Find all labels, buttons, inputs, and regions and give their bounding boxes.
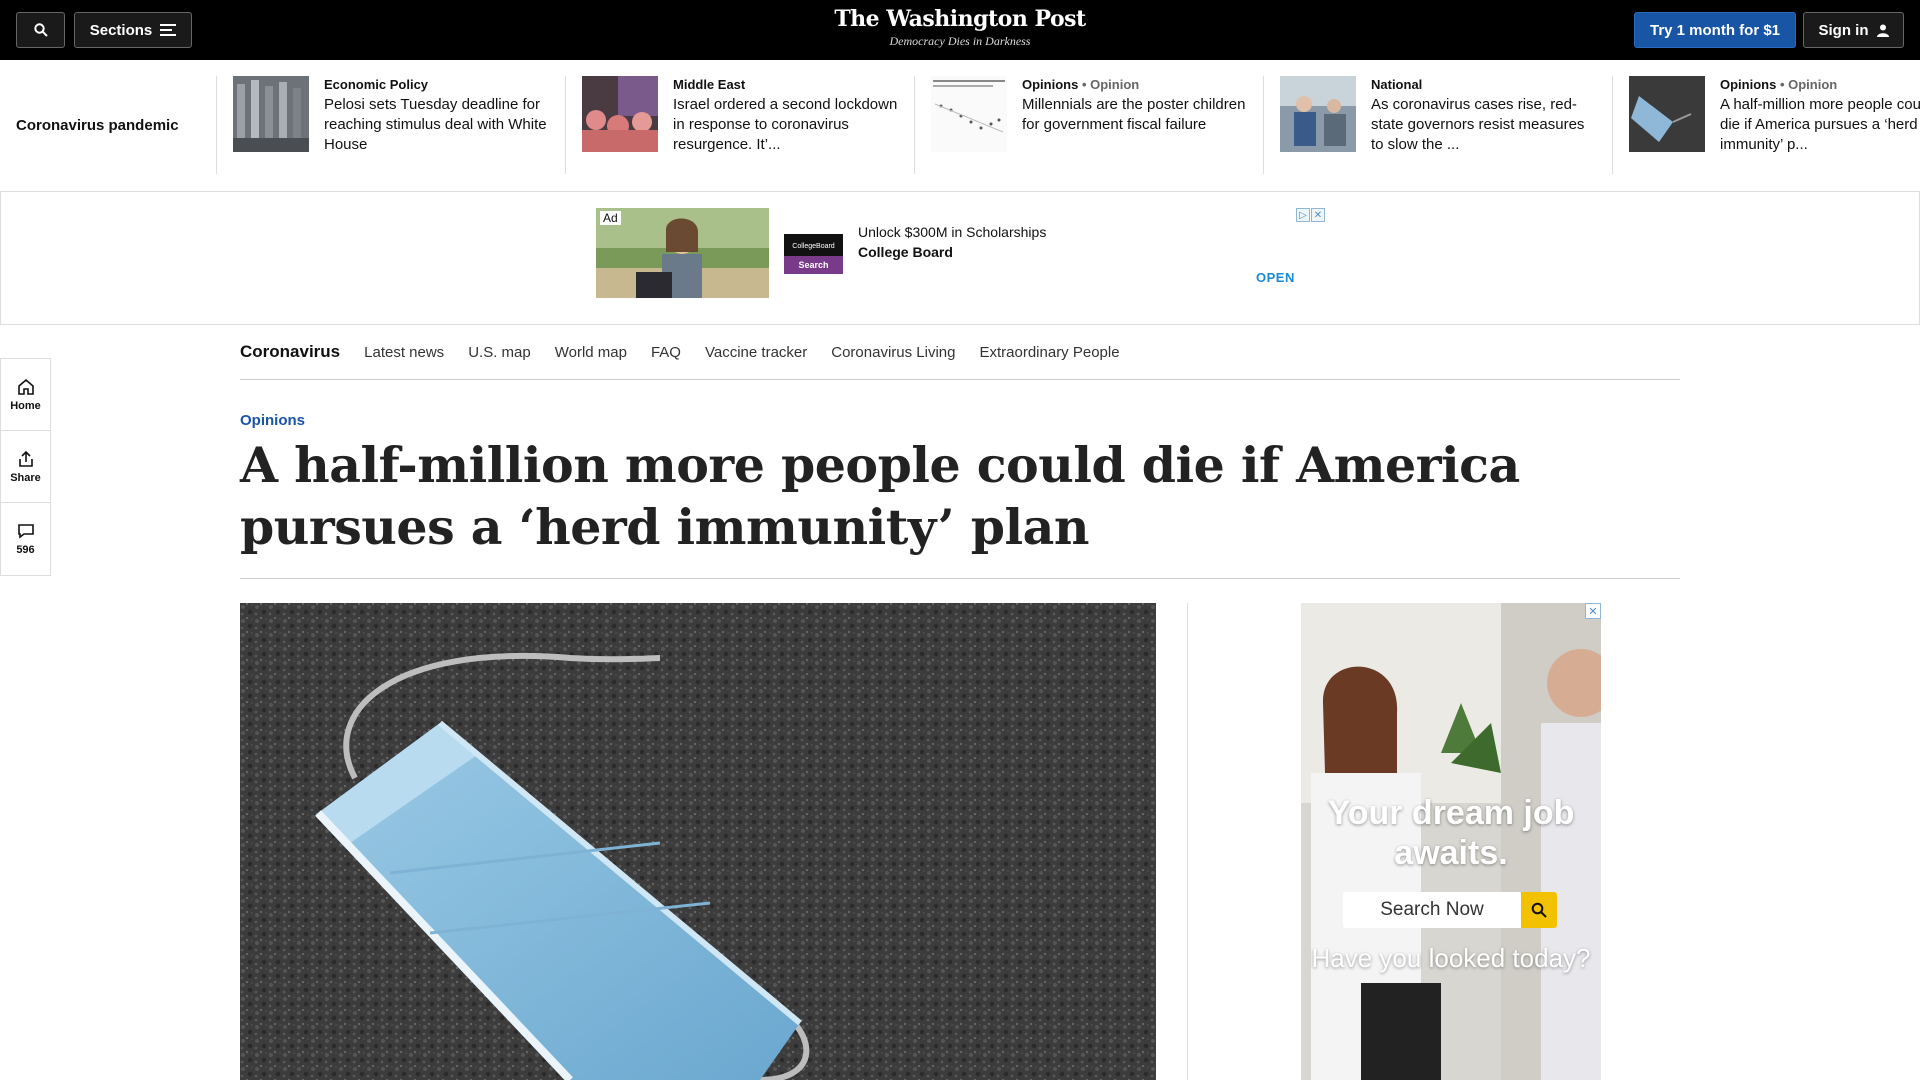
ad-creative[interactable]: Ad CollegeBoard Search Unlock $300M in Sc…	[596, 208, 1326, 298]
rail-headline[interactable]: Millennials are the poster children for …	[1022, 95, 1248, 135]
section-link-extraordinary-people[interactable]: Extraordinary People	[979, 344, 1119, 361]
rail-thumbnail	[931, 76, 1007, 152]
section-title[interactable]: Coronavirus	[240, 342, 340, 362]
home-icon	[17, 378, 34, 395]
right-ad-tagline: Have you looked today?	[1311, 943, 1591, 973]
rail-headline[interactable]: As coronavirus cases rise, red-state gov…	[1371, 95, 1597, 155]
section-link-faq[interactable]: FAQ	[651, 344, 681, 361]
rail-item[interactable]: Opinions • Opinion Millennials are the p…	[914, 76, 1263, 174]
menu-icon	[160, 24, 177, 36]
rail-kicker-opinion: • Opinion	[1779, 77, 1838, 92]
right-ad-headline: Your dream job awaits.	[1327, 794, 1575, 872]
close-icon[interactable]: ✕	[1585, 603, 1601, 619]
headline-rail: Coronavirus pandemic Economic Policy Pel…	[0, 60, 1920, 192]
share-label: Share	[10, 471, 41, 484]
rail-kicker: Middle East	[673, 77, 746, 92]
rail-thumbnail	[233, 76, 309, 152]
search-button[interactable]	[16, 12, 65, 48]
rail-kicker: Economic Policy	[324, 77, 429, 92]
rail-item[interactable]: National As coronavirus cases rise, red-…	[1263, 76, 1612, 174]
logo-button-text: Search	[798, 260, 828, 270]
article-headline: A half-million more people could die if …	[240, 436, 1520, 556]
rail-item[interactable]: Economic Policy Pelosi sets Tuesday dead…	[216, 76, 565, 174]
rail-item[interactable]: Opinions • Opinion A half-million more p…	[1612, 76, 1920, 174]
rail-label: Coronavirus pandemic	[16, 117, 179, 134]
right-ad-search-button[interactable]	[1521, 892, 1557, 928]
search-icon	[33, 23, 48, 37]
rail-kicker-opinion: • Opinion	[1081, 77, 1140, 92]
right-ad-search-field[interactable]: Search Now	[1343, 892, 1521, 928]
home-button[interactable]: Home	[1, 359, 50, 431]
rail-thumbnail	[1629, 76, 1705, 152]
column-divider	[1187, 603, 1188, 1080]
ad-advertiser: College Board	[858, 244, 953, 260]
share-icon	[18, 450, 33, 467]
sign-in-label: Sign in	[1818, 21, 1869, 39]
sign-in-button[interactable]: Sign in	[1803, 12, 1904, 48]
brand-tagline: Democracy Dies in Darkness	[889, 34, 1031, 48]
ad-choices-icon[interactable]: ▷	[1296, 208, 1310, 222]
top-navigation-bar: Sections The Washington Post Democracy D…	[0, 0, 1920, 60]
section-link-coronavirus-living[interactable]: Coronavirus Living	[831, 344, 955, 361]
section-navigation: Coronavirus Latest news U.S. map World m…	[240, 325, 1680, 380]
search-icon	[1531, 902, 1547, 918]
subscribe-button[interactable]: Try 1 month for $1	[1634, 12, 1796, 48]
ad-tag: Ad	[600, 211, 621, 225]
comment-icon	[17, 524, 34, 539]
rail-thumbnail	[582, 76, 658, 152]
site-logo[interactable]: The Washington Post Democracy Dies in Da…	[760, 6, 1160, 49]
right-advertisement[interactable]: ✕ Your dream job awaits. Search Now Have…	[1301, 603, 1601, 1080]
college-board-logo: CollegeBoard Search	[784, 234, 843, 274]
ad-photo: Ad	[596, 208, 769, 298]
article-kicker[interactable]: Opinions	[240, 412, 305, 429]
section-link-world-map[interactable]: World map	[555, 344, 627, 361]
rail-kicker: Opinions	[1022, 77, 1079, 92]
logo-text: CollegeBoard	[792, 243, 835, 250]
rail-headline[interactable]: Pelosi sets Tuesday deadline for reachin…	[324, 95, 550, 155]
section-link-latest-news[interactable]: Latest news	[364, 344, 444, 361]
close-icon[interactable]: ✕	[1311, 208, 1325, 222]
section-link-vaccine-tracker[interactable]: Vaccine tracker	[705, 344, 807, 361]
share-button[interactable]: Share	[1, 431, 50, 503]
comments-count: 596	[16, 544, 35, 556]
home-label: Home	[10, 399, 41, 412]
headline-divider	[240, 578, 1680, 579]
rail-thumbnail	[1280, 76, 1356, 152]
rail-headline[interactable]: A half-million more people could die if …	[1720, 95, 1920, 155]
sections-label: Sections	[89, 21, 153, 39]
article-side-rail: Home Share 596	[0, 358, 51, 576]
rail-item[interactable]: Middle East Israel ordered a second lock…	[565, 76, 914, 174]
user-icon	[1876, 24, 1889, 37]
ad-open-button[interactable]: OPEN	[1256, 270, 1295, 285]
hero-image[interactable]	[240, 603, 1156, 1080]
sections-button[interactable]: Sections	[74, 12, 192, 48]
ad-headline: Unlock $300M in Scholarships	[858, 224, 1047, 240]
section-link-us-map[interactable]: U.S. map	[468, 344, 531, 361]
rail-kicker: Opinions	[1720, 77, 1777, 92]
rail-kicker: National	[1371, 77, 1423, 92]
brand-name: The Washington Post	[834, 6, 1086, 32]
ad-choices[interactable]: ▷ ✕	[1296, 208, 1325, 222]
comments-button[interactable]: 596	[1, 503, 50, 575]
rail-headline[interactable]: Israel ordered a second lockdown in resp…	[673, 95, 899, 155]
top-advertisement: Ad CollegeBoard Search Unlock $300M in Sc…	[0, 192, 1920, 325]
